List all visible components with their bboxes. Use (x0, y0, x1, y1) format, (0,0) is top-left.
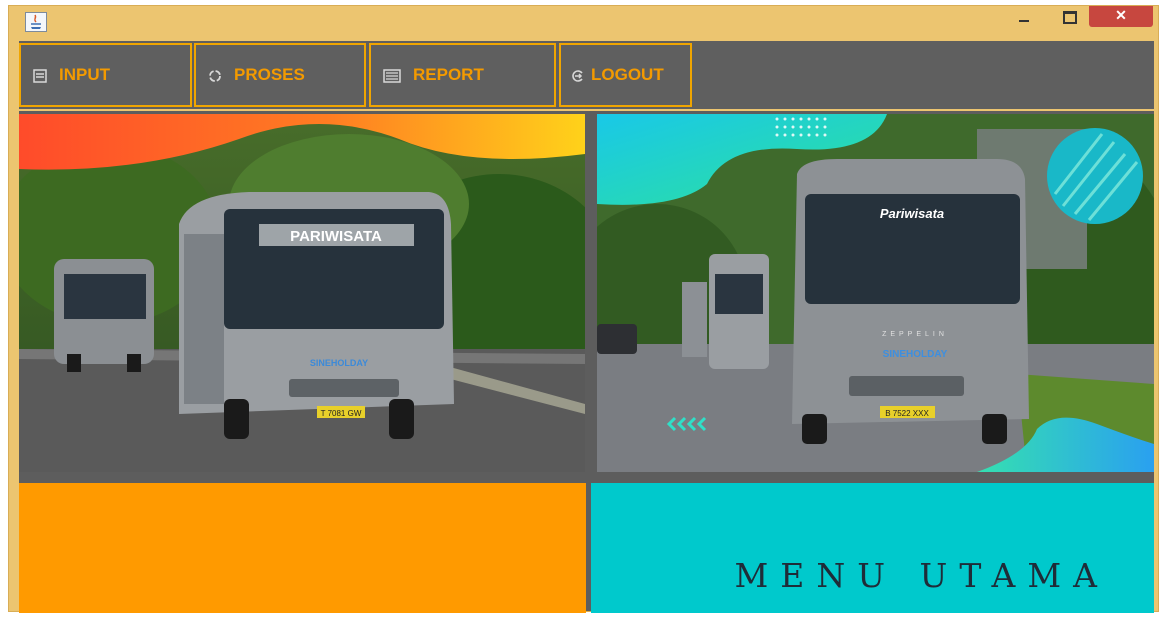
input-label: INPUT (59, 65, 110, 84)
app-window: ✕ INPUT PROSES REPORT LOGOUT PARIWISATA … (8, 5, 1159, 613)
report-label: REPORT (413, 65, 484, 84)
logout-button[interactable]: LOGOUT (559, 43, 692, 107)
maximize-button[interactable] (1054, 6, 1084, 28)
bus-front-label-right: ZEPPELIN (882, 331, 948, 338)
main-toolbar: INPUT PROSES REPORT LOGOUT (19, 41, 1154, 109)
report-button[interactable]: REPORT (369, 43, 556, 107)
logout-icon (571, 68, 585, 82)
page-title: MENU UTAMA (734, 556, 1109, 595)
plate-right: B 7522 XXX (885, 409, 929, 418)
bus-sign-right: Pariwisata (880, 206, 944, 221)
report-icon (383, 68, 401, 83)
title-panel: MENU UTAMA (591, 483, 1154, 613)
proses-label: PROSES (234, 65, 305, 84)
bus-photo-right: Pariwisata ZEPPELIN SINEHOLDAY B 7522 XX… (597, 114, 1154, 472)
close-button[interactable]: ✕ (1089, 6, 1153, 27)
plate-left: T 7081 GW (321, 409, 362, 418)
close-icon: ✕ (1115, 7, 1127, 23)
logout-label: LOGOUT (591, 65, 664, 84)
bus-side-label-left: SINEHOLDAY (310, 358, 368, 368)
bus-photo-left: PARIWISATA SINEHOLDAY T 7081 GW (19, 114, 585, 472)
input-button[interactable]: INPUT (19, 43, 192, 107)
title-bar: ✕ (9, 6, 1158, 40)
main-content: PARIWISATA SINEHOLDAY T 7081 GW Pariwisa… (19, 111, 1154, 613)
refresh-icon (208, 68, 222, 82)
bus-sign-left: PARIWISATA (290, 228, 382, 245)
orange-panel (19, 483, 586, 613)
list-icon (33, 68, 47, 83)
java-app-icon (25, 12, 47, 32)
minimize-button[interactable] (1009, 6, 1039, 28)
bus-side-label-right: SINEHOLDAY (883, 349, 948, 360)
proses-button[interactable]: PROSES (194, 43, 366, 107)
